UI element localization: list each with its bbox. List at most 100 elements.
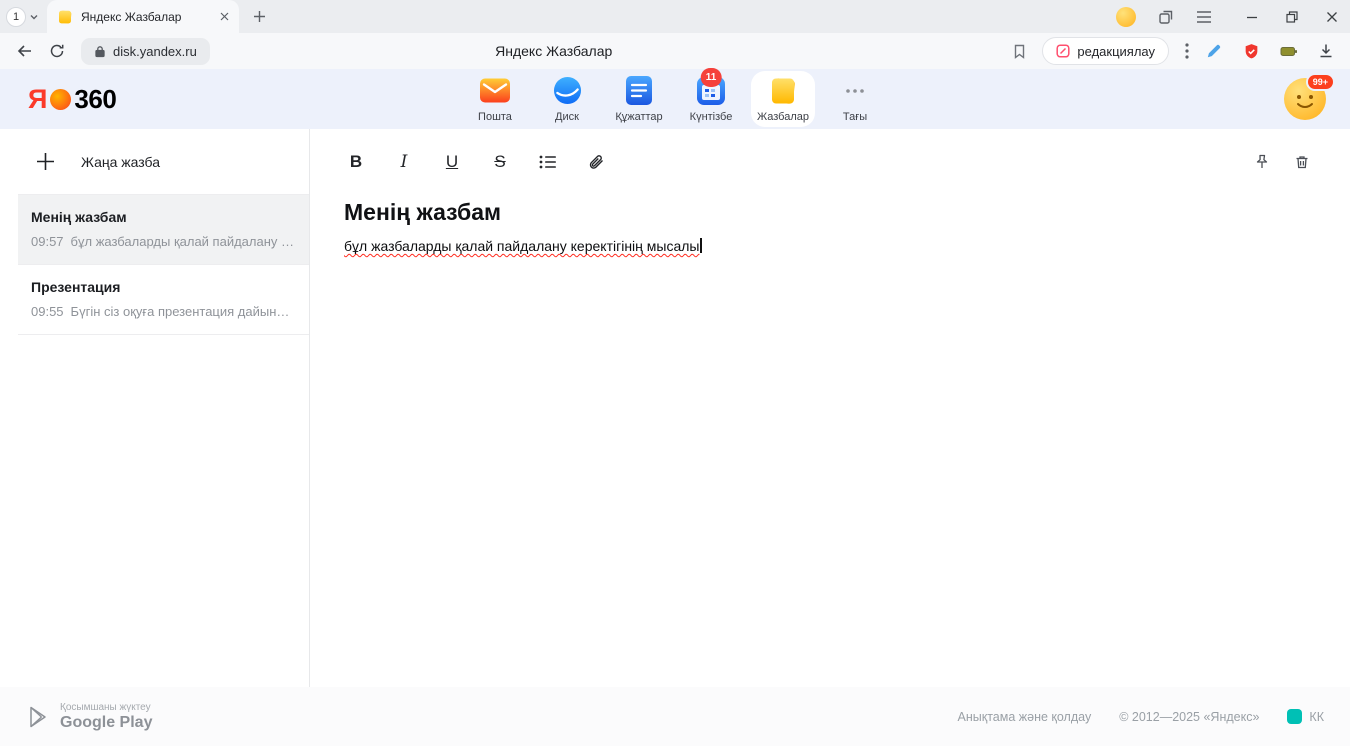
app-label-disk: Диск: [555, 111, 579, 123]
copyright-text: © 2012—2025 «Яндекс»: [1119, 710, 1259, 724]
bookmark-icon[interactable]: [1013, 44, 1026, 59]
tab-yandex-notes[interactable]: Яндекс Жазбалар: [47, 0, 239, 33]
logo-letter: Я: [28, 84, 47, 115]
app-label-docs: Құжаттар: [615, 111, 662, 123]
language-icon: [1287, 709, 1302, 724]
docs-icon: [626, 76, 652, 106]
extension-icons: [1205, 42, 1334, 60]
editor-note-title[interactable]: Менің жазбам: [344, 199, 1314, 226]
delete-note-button[interactable]: [1290, 149, 1314, 175]
app-mail[interactable]: Пошта: [463, 71, 527, 127]
strikethrough-button[interactable]: S: [488, 149, 512, 175]
calendar-icon: 11: [697, 76, 725, 106]
app-label-notes: Жазбалар: [757, 111, 809, 123]
address-bar: disk.yandex.ru Яндекс Жазбалар редакциял…: [0, 33, 1350, 69]
edit-mode-button[interactable]: редакциялау: [1042, 37, 1169, 65]
download-icon[interactable]: [1318, 43, 1334, 59]
lock-icon: [94, 45, 106, 58]
note-editor: B I U S Менің жаз: [310, 129, 1350, 687]
chevron-down-icon[interactable]: [29, 12, 39, 22]
app-label-calendar: Күнтізбе: [690, 111, 733, 123]
bullet-list-button[interactable]: [536, 149, 560, 175]
underline-button[interactable]: U: [440, 149, 464, 175]
language-switcher[interactable]: КК: [1287, 709, 1324, 724]
app-notes[interactable]: Жазбалар: [751, 71, 815, 127]
download-hint: Қосымшаны жүктеу: [60, 702, 152, 713]
shield-icon[interactable]: [1243, 43, 1260, 60]
google-play-texts: Қосымшаны жүктеу Google Play: [60, 702, 152, 732]
note-subtitle: 09:55 Бүгін сіз оқуға презентация дайынд…: [31, 304, 295, 319]
tab-counter[interactable]: 1: [6, 7, 26, 27]
new-tab-button[interactable]: [253, 10, 266, 23]
tab-strip: 1 Яндекс Жазбалар: [0, 0, 1350, 33]
logo-suffix: 360: [74, 84, 116, 115]
google-play-link[interactable]: Қосымшаны жүктеу Google Play: [28, 702, 152, 732]
restore-window-button[interactable]: [1286, 11, 1298, 23]
app-disk[interactable]: Диск: [535, 71, 599, 127]
language-code: КК: [1309, 710, 1324, 724]
disk-icon: [553, 76, 582, 106]
tab-panels-icon[interactable]: [1158, 9, 1174, 25]
app-docs[interactable]: Құжаттар: [607, 71, 671, 127]
yandex-360-header: Я 360 Пошта Диск Құжаттар: [0, 69, 1350, 129]
bold-button[interactable]: B: [344, 149, 368, 175]
plus-icon: [36, 152, 55, 171]
google-play-icon: [28, 705, 50, 729]
kebab-menu-icon[interactable]: [1185, 43, 1189, 59]
notes-icon: [768, 76, 798, 106]
pin-note-button[interactable]: [1250, 149, 1274, 175]
edit-pencil-icon: [1056, 44, 1070, 58]
edit-mode-label: редакциялау: [1077, 44, 1155, 59]
new-note-label: Жаңа жазба: [81, 154, 160, 170]
note-body-text[interactable]: бұл жазбаларды қалай пайдалану керектігі…: [344, 238, 699, 254]
url-domain: disk.yandex.ru: [113, 44, 197, 59]
note-time: 09:55: [31, 304, 64, 319]
note-list-item[interactable]: Презентация 09:55 Бүгін сіз оқуға презен…: [18, 265, 309, 335]
text-caret: [700, 238, 702, 253]
note-title: Менің жазбам: [31, 209, 295, 225]
minimize-button[interactable]: [1246, 11, 1258, 23]
page-footer: Қосымшаны жүктеу Google Play Анықтама жә…: [0, 687, 1350, 746]
main-content: Жаңа жазба Менің жазбам 09:57 бұл жазбал…: [0, 129, 1350, 687]
notification-badge: 99+: [1306, 73, 1335, 91]
back-icon[interactable]: [16, 43, 33, 59]
battery-icon[interactable]: [1280, 45, 1298, 58]
yandex-360-logo[interactable]: Я 360: [28, 84, 116, 115]
app-calendar[interactable]: 11 Күнтізбе: [679, 71, 743, 127]
mail-icon: [480, 76, 510, 106]
notes-sidebar: Жаңа жазба Менің жазбам 09:57 бұл жазбал…: [0, 129, 310, 687]
user-avatar[interactable]: 99+: [1284, 78, 1326, 120]
close-window-button[interactable]: [1326, 11, 1338, 23]
footer-links: Анықтама және қолдау © 2012—2025 «Яндекс…: [958, 709, 1324, 724]
notes-favicon-icon: [57, 9, 73, 25]
app-label-more: Тағы: [843, 111, 867, 123]
tab-close-icon[interactable]: [220, 12, 229, 21]
apps-nav: Пошта Диск Құжаттар 11 Күнтізбе: [463, 71, 887, 127]
browser-window: 1 Яндекс Жазбалар: [0, 0, 1350, 746]
calendar-badge: 11: [701, 68, 722, 87]
omnibox[interactable]: disk.yandex.ru Яндекс Жазбалар: [81, 36, 1026, 66]
reload-icon[interactable]: [49, 43, 65, 59]
tabbar-right-controls: [1116, 7, 1350, 27]
note-list-item[interactable]: Менің жазбам 09:57 бұл жазбаларды қалай …: [18, 195, 309, 265]
url-chip[interactable]: disk.yandex.ru: [81, 38, 210, 65]
profile-avatar-icon[interactable]: [1116, 7, 1136, 27]
attach-file-button[interactable]: [584, 149, 608, 175]
new-note-button[interactable]: Жаңа жазба: [18, 129, 309, 195]
note-title: Презентация: [31, 279, 295, 295]
tab-group-control[interactable]: 1: [6, 7, 39, 27]
pen-icon[interactable]: [1205, 42, 1223, 60]
editor-toolbar: B I U S: [344, 129, 1314, 195]
italic-button[interactable]: I: [392, 149, 416, 175]
editor-note-body[interactable]: бұл жазбаларды қалай пайдалану керектігі…: [344, 238, 1314, 254]
store-name: Google Play: [60, 714, 152, 732]
more-icon: [845, 76, 865, 106]
note-preview: Бүгін сіз оқуға презентация дайында…: [71, 304, 295, 319]
tab-title: Яндекс Жазбалар: [81, 10, 212, 24]
menu-icon[interactable]: [1196, 10, 1212, 24]
window-controls: [1246, 11, 1338, 23]
note-preview: бұл жазбаларды қалай пайдалану ке…: [71, 234, 295, 249]
help-link[interactable]: Анықтама және қолдау: [958, 710, 1092, 724]
page-title: Яндекс Жазбалар: [495, 43, 612, 59]
app-more[interactable]: Тағы: [823, 71, 887, 127]
